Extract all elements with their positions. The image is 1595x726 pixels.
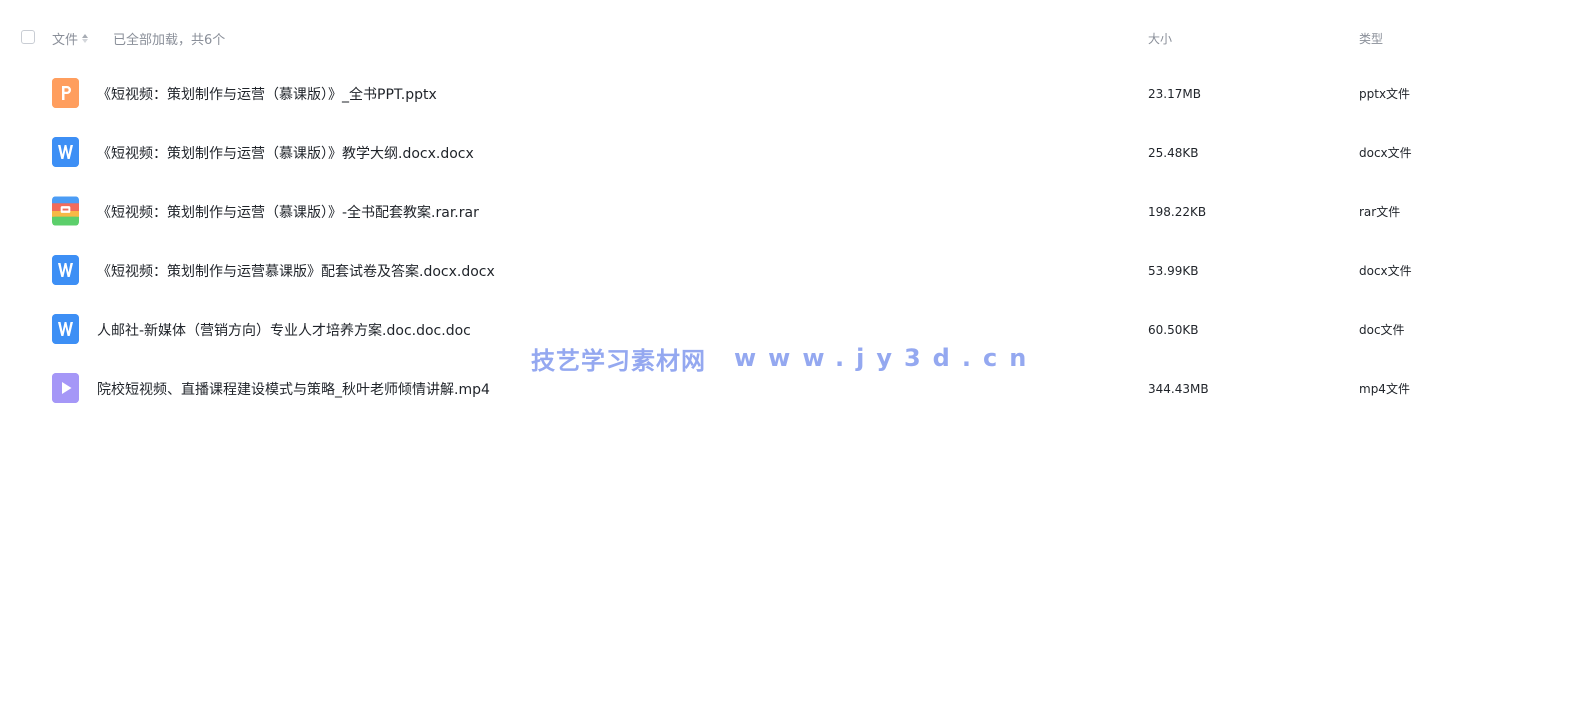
file-name[interactable]: 人邮社-新媒体（营销方向）专业人才培养方案.doc.doc.doc bbox=[97, 300, 471, 359]
select-all-checkbox[interactable] bbox=[21, 30, 35, 44]
file-size: 23.17MB bbox=[1148, 86, 1201, 101]
column-header-type[interactable]: 类型 bbox=[1359, 22, 1383, 54]
file-name[interactable]: 《短视频：策划制作与运营（慕课版）》教学大纲.docx.docx bbox=[97, 123, 474, 182]
column-header-file[interactable]: 文件 bbox=[52, 22, 89, 54]
file-list-page: 文件 已全部加载，共6个 大小 类型 《短视频：策划制作与运营（慕课版）》_全书… bbox=[0, 0, 1595, 726]
watermark-url: www.jy3d.cn bbox=[734, 344, 1039, 372]
load-status-text: 已全部加载，共6个 bbox=[113, 32, 226, 48]
file-type: doc文件 bbox=[1359, 323, 1405, 337]
file-row[interactable]: 《短视频：策划制作与运营慕课版》配套试卷及答案.docx.docx 53.99K… bbox=[0, 241, 1595, 300]
ppt-icon bbox=[52, 78, 79, 108]
file-type: rar文件 bbox=[1359, 205, 1401, 219]
sort-icon[interactable] bbox=[82, 33, 89, 43]
file-row[interactable]: 《短视频：策划制作与运营（慕课版）》_全书PPT.pptx 23.17MB pp… bbox=[0, 64, 1595, 123]
file-type: docx文件 bbox=[1359, 146, 1412, 160]
file-type: mp4文件 bbox=[1359, 382, 1410, 396]
file-row[interactable]: 《短视频：策划制作与运营（慕课版）》教学大纲.docx.docx 25.48KB… bbox=[0, 123, 1595, 182]
column-header-file-label: 文件 bbox=[52, 32, 79, 48]
file-size: 344.43MB bbox=[1148, 381, 1209, 396]
list-header: 文件 已全部加载，共6个 大小 类型 bbox=[0, 22, 1595, 54]
file-row[interactable]: 《短视频：策划制作与运营（慕课版）》-全书配套教案.rar.rar 198.22… bbox=[0, 182, 1595, 241]
word-icon bbox=[52, 314, 79, 344]
file-size: 60.50KB bbox=[1148, 322, 1199, 337]
column-header-size[interactable]: 大小 bbox=[1148, 22, 1172, 54]
file-size: 25.48KB bbox=[1148, 145, 1199, 160]
word-icon bbox=[52, 255, 79, 285]
file-name[interactable]: 《短视频：策划制作与运营（慕课版）》_全书PPT.pptx bbox=[97, 64, 437, 123]
file-type: docx文件 bbox=[1359, 264, 1412, 278]
video-icon bbox=[52, 373, 79, 403]
file-name[interactable]: 《短视频：策划制作与运营（慕课版）》-全书配套教案.rar.rar bbox=[97, 182, 479, 241]
rar-icon bbox=[52, 196, 79, 226]
file-size: 198.22KB bbox=[1148, 204, 1207, 219]
file-size: 53.99KB bbox=[1148, 263, 1199, 278]
watermark-text: 技艺学习素材网 bbox=[531, 346, 706, 375]
watermark: 技艺学习素材网 www.jy3d.cn bbox=[531, 340, 1038, 376]
file-name[interactable]: 《短视频：策划制作与运营慕课版》配套试卷及答案.docx.docx bbox=[97, 241, 495, 300]
file-type: pptx文件 bbox=[1359, 87, 1411, 101]
word-icon bbox=[52, 137, 79, 167]
file-name[interactable]: 院校短视频、直播课程建设模式与策略_秋叶老师倾情讲解.mp4 bbox=[97, 359, 490, 418]
